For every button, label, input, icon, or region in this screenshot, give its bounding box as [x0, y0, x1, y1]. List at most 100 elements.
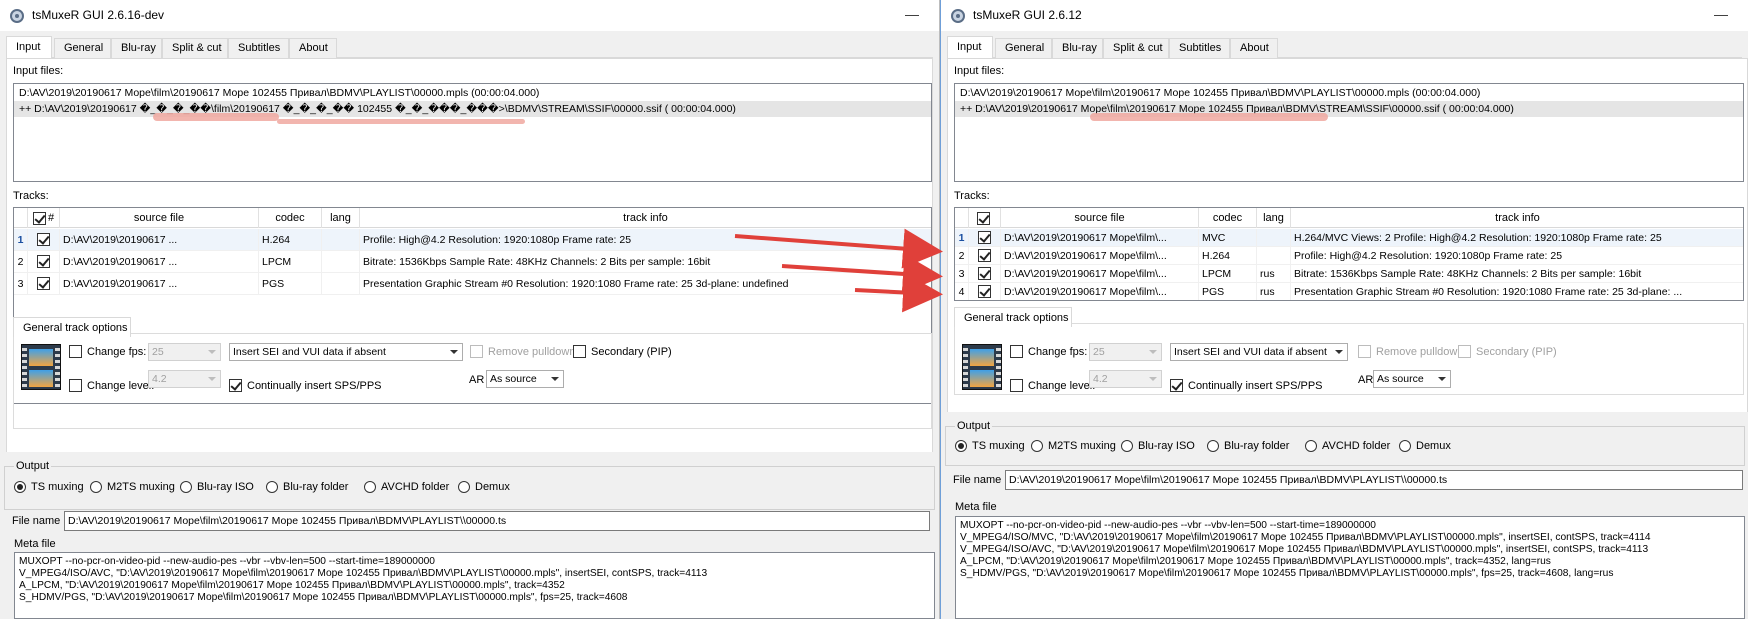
table-row[interactable]: 4 D:\AV\2019\20190617 Море\film\... PGS … [955, 283, 1743, 300]
track-source: D:\AV\2019\20190617 ... [60, 273, 259, 294]
blu-ray-iso-radio[interactable]: Blu-ray ISO [1121, 440, 1195, 452]
tab-about[interactable]: About [289, 38, 337, 58]
avchd-folder-radio[interactable]: AVCHD folder [364, 481, 449, 493]
blu-ray-folder-radio[interactable]: Blu-ray folder [1207, 440, 1289, 452]
remove-pulldown-checkbox[interactable]: Remove pulldown [1358, 345, 1463, 358]
sei-select[interactable]: Insert SEI and VUI data if absent [1170, 343, 1348, 361]
sei-value: Insert SEI and VUI data if absent [1174, 346, 1327, 358]
column-header-number: # [47, 212, 55, 224]
track-enable-checkbox[interactable] [978, 285, 991, 298]
level-select[interactable]: 4.2 [1089, 370, 1162, 388]
tab-subtitles[interactable]: Subtitles [228, 38, 289, 58]
row-number: 1 [955, 229, 969, 246]
ar-select[interactable]: As source [1373, 370, 1451, 388]
blu-ray-iso-radio[interactable]: Blu-ray ISO [180, 481, 254, 493]
list-item[interactable]: D:\AV\2019\20190617 Море\film\20190617 М… [14, 85, 931, 101]
change-fps-checkbox[interactable]: Change fps: [1010, 345, 1087, 358]
track-enable-checkbox[interactable] [978, 267, 991, 280]
meta-file-text[interactable]: MUXOPT --no-pcr-on-video-pid --new-audio… [14, 552, 935, 619]
column-header-lang[interactable]: lang [322, 208, 360, 228]
track-codec: PGS [259, 273, 322, 294]
select-all-checkbox[interactable] [32, 211, 46, 225]
list-item[interactable]: ++ D:\AV\2019\20190617 Море\film\2019061… [955, 101, 1743, 117]
meta-file-text[interactable]: MUXOPT --no-pcr-on-video-pid --new-audio… [955, 516, 1745, 619]
input-files-list[interactable]: D:\AV\2019\20190617 Море\film\20190617 М… [954, 83, 1744, 182]
sei-value: Insert SEI and VUI data if absent [233, 346, 386, 358]
tsmuxer-icon [951, 9, 965, 23]
column-header-track-info[interactable]: track info [1291, 208, 1743, 228]
demux-radio[interactable]: Demux [1399, 440, 1451, 452]
remove-pulldown-checkbox[interactable]: Remove pulldown [470, 345, 575, 358]
meta-line: MUXOPT --no-pcr-on-video-pid --new-audio… [960, 520, 1376, 531]
track-codec: H.264 [1199, 247, 1257, 264]
meta-file-label: Meta file [955, 501, 997, 513]
tab-blu-ray[interactable]: Blu-ray [111, 38, 162, 58]
track-lang [1257, 229, 1291, 246]
chevron-down-icon [450, 350, 458, 354]
ar-label: AR [1358, 374, 1374, 386]
tab-split-cut[interactable]: Split & cut [1103, 38, 1169, 58]
ts-muxing-radio[interactable]: TS muxing [14, 481, 84, 493]
file-name-input[interactable]: D:\AV\2019\20190617 Море\film\20190617 М… [64, 511, 930, 531]
tab-blu-ray[interactable]: Blu-ray [1052, 38, 1103, 58]
meta-line: V_MPEG4/ISO/AVC, "D:\AV\2019\20190617 Мо… [960, 544, 1649, 555]
change-level-checkbox[interactable]: Change level: [69, 379, 154, 392]
remove-pulldown-label: Remove pulldown [1376, 345, 1464, 358]
tab-split-cut[interactable]: Split & cut [162, 38, 228, 58]
ts-muxing-radio[interactable]: TS muxing [955, 440, 1025, 452]
blu-ray-folder-radio[interactable]: Blu-ray folder [266, 481, 348, 493]
tab-general[interactable]: General [54, 38, 111, 58]
m2ts-muxing-radio[interactable]: M2TS muxing [1031, 440, 1116, 452]
m2ts-muxing-radio[interactable]: M2TS muxing [90, 481, 175, 493]
ar-select[interactable]: As source [486, 370, 564, 388]
tab-general-track-options[interactable]: General track options [954, 307, 1072, 327]
tracks-label: Tracks: [954, 190, 990, 202]
minimize-icon[interactable]: — [1714, 6, 1728, 22]
table-row[interactable]: 2 D:\AV\2019\20190617 Море\film\... H.26… [955, 247, 1743, 265]
tab-general-track-options[interactable]: General track options [13, 317, 131, 337]
track-enable-checkbox[interactable] [37, 255, 50, 268]
column-header-lang[interactable]: lang [1257, 208, 1291, 228]
minimize-icon[interactable]: — [905, 6, 919, 22]
column-header-codec[interactable]: codec [1199, 208, 1257, 228]
input-files-list[interactable]: D:\AV\2019\20190617 Море\film\20190617 М… [13, 83, 932, 182]
track-enable-checkbox[interactable] [978, 249, 991, 262]
column-header-source[interactable]: source file [60, 208, 259, 228]
secondary-pip-checkbox[interactable]: Secondary (PIP) [573, 345, 672, 358]
track-enable-checkbox[interactable] [978, 231, 991, 244]
list-item[interactable]: D:\AV\2019\20190617 Море\film\20190617 М… [955, 85, 1743, 101]
level-select[interactable]: 4.2 [148, 370, 221, 388]
track-enable-checkbox[interactable] [37, 277, 50, 290]
tab-subtitles[interactable]: Subtitles [1169, 38, 1230, 58]
table-row[interactable]: 3 D:\AV\2019\20190617 ... PGS Presentati… [14, 273, 931, 295]
fps-select[interactable]: 25 [148, 343, 221, 361]
tab-general[interactable]: General [995, 38, 1052, 58]
change-level-checkbox[interactable]: Change level: [1010, 379, 1095, 392]
demux-radio[interactable]: Demux [458, 481, 510, 493]
tab-input[interactable]: Input [6, 36, 52, 59]
row-number: 1 [14, 229, 28, 250]
table-row[interactable]: 2 D:\AV\2019\20190617 ... LPCM Bitrate: … [14, 251, 931, 273]
continually-insert-checkbox[interactable]: Continually insert SPS/PPS [1170, 379, 1323, 392]
sei-select[interactable]: Insert SEI and VUI data if absent [229, 343, 463, 361]
column-header-track-info[interactable]: track info [360, 208, 931, 228]
table-row[interactable]: 1 D:\AV\2019\20190617 Море\film\... MVC … [955, 229, 1743, 247]
chevron-down-icon [1335, 350, 1343, 354]
continually-insert-checkbox[interactable]: Continually insert SPS/PPS [229, 379, 382, 392]
file-name-input[interactable]: D:\AV\2019\20190617 Море\film\20190617 М… [1005, 470, 1743, 490]
track-info: Bitrate: 1536Kbps Sample Rate: 48KHz Cha… [1291, 265, 1743, 282]
tab-input[interactable]: Input [947, 36, 993, 59]
window-title: tsMuxeR GUI 2.6.12 [973, 8, 1082, 22]
column-header-codec[interactable]: codec [259, 208, 322, 228]
list-item[interactable]: ++ D:\AV\2019\20190617 �_�_�_��\film\201… [14, 101, 931, 117]
fps-select[interactable]: 25 [1089, 343, 1162, 361]
column-header-source[interactable]: source file [1001, 208, 1199, 228]
table-row[interactable]: 1 D:\AV\2019\20190617 ... H.264 Profile:… [14, 229, 931, 251]
secondary-pip-checkbox[interactable]: Secondary (PIP) [1458, 345, 1557, 358]
track-enable-checkbox[interactable] [37, 233, 50, 246]
avchd-folder-radio[interactable]: AVCHD folder [1305, 440, 1390, 452]
select-all-checkbox[interactable] [977, 211, 990, 225]
tab-about[interactable]: About [1230, 38, 1278, 58]
change-fps-checkbox[interactable]: Change fps: [69, 345, 146, 358]
table-row[interactable]: 3 D:\AV\2019\20190617 Море\film\... LPCM… [955, 265, 1743, 283]
